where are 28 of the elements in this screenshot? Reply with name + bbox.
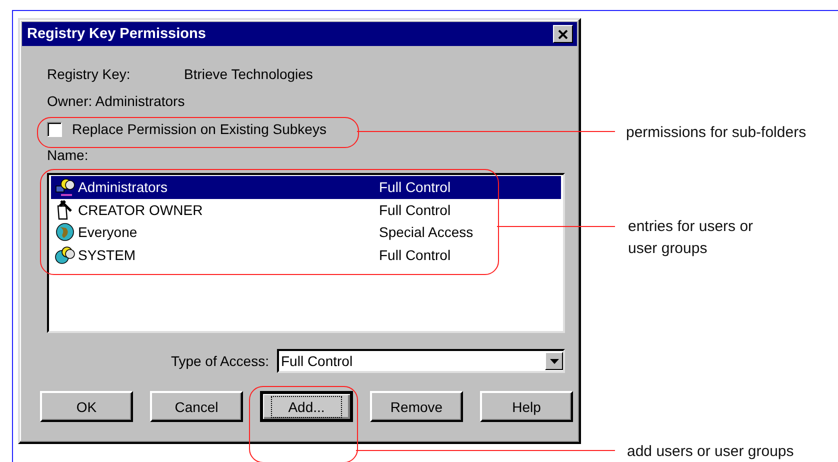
replace-permission-checkbox[interactable]: Replace Permission on Existing Subkeys bbox=[47, 120, 577, 138]
checkbox[interactable] bbox=[47, 122, 62, 136]
owner-text: Owner: Administrators bbox=[47, 93, 185, 109]
registry-key-label: Registry Key: bbox=[47, 66, 132, 82]
callout-text: permissions for sub-folders bbox=[626, 123, 808, 143]
dialog-button[interactable]: Cancel bbox=[150, 391, 243, 422]
list-item[interactable]: Administrators Full Control bbox=[51, 176, 561, 198]
name-label: Name: bbox=[47, 147, 88, 163]
dialog-button[interactable]: OK bbox=[40, 391, 133, 422]
type-of-access-label: Type of Access: bbox=[170, 353, 269, 369]
close-button[interactable] bbox=[553, 25, 573, 43]
dialog-button[interactable]: Add... bbox=[260, 391, 353, 422]
callout-text: add users or user groups bbox=[627, 442, 795, 462]
access-dropdown[interactable]: Full Control bbox=[277, 349, 565, 373]
list-item[interactable]: Everyone Special Access bbox=[51, 221, 561, 244]
list-item[interactable]: CREATOR OWNER Full Control bbox=[51, 198, 561, 221]
registry-key-value: Btrieve Technologies bbox=[184, 66, 313, 82]
window-title: Registry Key Permissions bbox=[27, 26, 206, 42]
dialog-button[interactable]: Remove bbox=[370, 391, 463, 422]
close-icon bbox=[558, 30, 568, 38]
users-icon bbox=[55, 177, 75, 198]
caret-icon bbox=[550, 358, 558, 364]
list-item[interactable]: SYSTEM Full Control bbox=[51, 244, 561, 266]
globe-icon bbox=[55, 222, 75, 242]
callout-text: entries for users or user groups bbox=[628, 217, 754, 259]
dialog-button[interactable]: Help bbox=[480, 391, 573, 422]
dropdown-arrow-button[interactable] bbox=[545, 352, 563, 370]
globe-users-icon bbox=[55, 244, 75, 265]
